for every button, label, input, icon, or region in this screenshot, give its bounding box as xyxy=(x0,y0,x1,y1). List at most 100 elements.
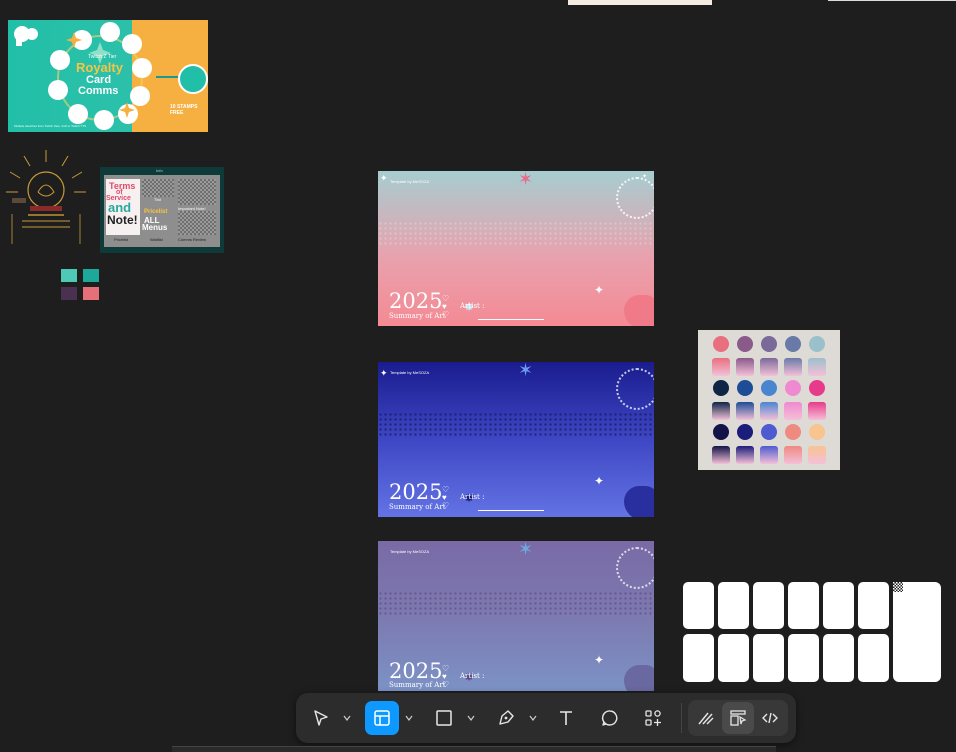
gold-logo-frame[interactable] xyxy=(4,148,88,248)
canvas-edge-bar xyxy=(172,746,776,752)
pen-tool-button[interactable] xyxy=(489,701,523,735)
palette-dot xyxy=(785,424,801,440)
palette-swatch xyxy=(760,358,778,376)
tos-label-2: Waitlist xyxy=(150,237,163,242)
tos-pricelist: Pricelist xyxy=(144,209,168,215)
tos-label-1: Pricelist xyxy=(114,237,129,242)
card-block xyxy=(823,582,854,629)
design-mode-button[interactable] xyxy=(722,702,754,734)
card-block xyxy=(718,582,749,629)
sparkle-icon: ✦ xyxy=(594,653,605,667)
palette-dot xyxy=(761,380,777,396)
swatch-3[interactable] xyxy=(61,287,77,300)
artist-line xyxy=(478,319,544,320)
star-icon: ✶ xyxy=(518,362,534,380)
blob-shape xyxy=(624,665,654,691)
top-frame-strip-2[interactable] xyxy=(828,0,956,1)
palette-dot xyxy=(761,424,777,440)
royalty-title-1: Royalty xyxy=(76,60,123,75)
code-icon xyxy=(762,712,778,724)
swatch-2[interactable] xyxy=(83,269,99,282)
artist-line xyxy=(478,510,544,511)
palette-swatch xyxy=(712,446,730,464)
tos-label-3: Comms Review xyxy=(178,237,207,242)
card-block xyxy=(823,634,854,682)
rectangle-icon xyxy=(436,710,452,726)
palette-swatch xyxy=(736,358,754,376)
sparkle-icon: ✦ xyxy=(380,173,388,183)
chevron-down-icon[interactable] xyxy=(529,714,537,722)
palette-dot xyxy=(713,380,729,396)
chevron-down-icon[interactable] xyxy=(405,714,413,722)
text-tool-button[interactable] xyxy=(549,701,583,735)
frame-subtitle: Summary of Art xyxy=(389,312,446,320)
sunburst-icon xyxy=(616,177,654,219)
swatch-4[interactable] xyxy=(83,287,99,300)
tos-card-frame[interactable]: Info Terms of Service and Note! Tbd Impo… xyxy=(100,167,224,253)
halftone-band xyxy=(378,591,654,617)
card-block xyxy=(788,634,819,682)
card-block xyxy=(718,634,749,682)
dev-mode-button[interactable] xyxy=(754,702,786,734)
sparkle-icon: ✦ xyxy=(380,368,388,378)
palette-dot xyxy=(809,424,825,440)
palette-dot xyxy=(809,380,825,396)
frame-artist: Artist : xyxy=(460,493,485,501)
palette-swatch xyxy=(784,402,802,420)
checker-mark xyxy=(893,582,903,592)
card-block xyxy=(858,582,889,629)
toolbar-divider xyxy=(681,703,682,733)
mode-group xyxy=(688,700,788,736)
card-block-grid[interactable] xyxy=(683,582,941,684)
comment-tool-button[interactable] xyxy=(593,701,627,735)
summary-frame-blue[interactable]: Template by MeSOZA ✦ ✶ ✦ 2025 Summary of… xyxy=(378,362,654,517)
card-block xyxy=(858,634,889,682)
palette-card[interactable] xyxy=(698,330,840,470)
card-block xyxy=(753,582,784,629)
frame-artist: Artist : xyxy=(460,672,485,680)
palette-swatch xyxy=(712,402,730,420)
stamp-note-2: FREE xyxy=(170,110,184,116)
palette-dot xyxy=(785,380,801,396)
logo-icon xyxy=(12,24,42,48)
sparkle-icon: ✦ xyxy=(594,474,605,488)
summary-frame-pink[interactable]: Template by MeSOZA ✦ ✶ ✦ ✦ 2025 Summary … xyxy=(378,171,654,326)
frame-subtitle: Summary of Art xyxy=(389,503,446,511)
badge-icon xyxy=(178,64,208,94)
draw-mode-button[interactable] xyxy=(690,702,722,734)
tos-tbd: Tbd xyxy=(154,197,161,202)
frame-icon xyxy=(374,710,390,726)
tos-note: Note! xyxy=(107,213,138,227)
royalty-card-frame[interactable]: Twitch Z Tier Royalty Card Comms 10 STAM… xyxy=(8,20,208,132)
palette-swatch xyxy=(736,446,754,464)
halftone-band xyxy=(378,412,654,438)
tos-header: Info xyxy=(156,168,163,173)
move-tool-button[interactable] xyxy=(304,701,338,735)
palette-swatch xyxy=(784,446,802,464)
shape-tool-button[interactable] xyxy=(427,701,461,735)
card-block xyxy=(753,634,784,682)
frame-tool-button[interactable] xyxy=(365,701,399,735)
frame-year: 2025 xyxy=(389,659,443,683)
top-frame-strip[interactable] xyxy=(568,0,712,5)
chevron-down-icon[interactable] xyxy=(467,714,475,722)
chevron-down-icon[interactable] xyxy=(343,714,351,722)
frame-artist: Artist : xyxy=(460,302,485,310)
checker-2 xyxy=(178,179,216,205)
palette-dot xyxy=(785,336,801,352)
sparkle-icon: ✦ xyxy=(594,283,605,297)
star-icon: ✶ xyxy=(518,541,534,559)
actions-tool-button[interactable] xyxy=(636,701,670,735)
palette-dot xyxy=(737,336,753,352)
bottom-toolbar xyxy=(296,693,796,743)
comment-icon xyxy=(601,710,618,726)
frame-year: 2025 xyxy=(389,289,443,313)
palette-swatch xyxy=(712,358,730,376)
swatch-1[interactable] xyxy=(61,269,77,282)
palette-dot xyxy=(737,380,753,396)
palette-dot xyxy=(737,424,753,440)
royalty-title-3: Comms xyxy=(78,85,119,97)
summary-frame-violet[interactable]: Template by MeSOZA ✶ ✦ 2025 Summary of A… xyxy=(378,541,654,691)
frame-top-note: Template by MeSOZA xyxy=(390,549,430,554)
card-block xyxy=(683,634,714,682)
